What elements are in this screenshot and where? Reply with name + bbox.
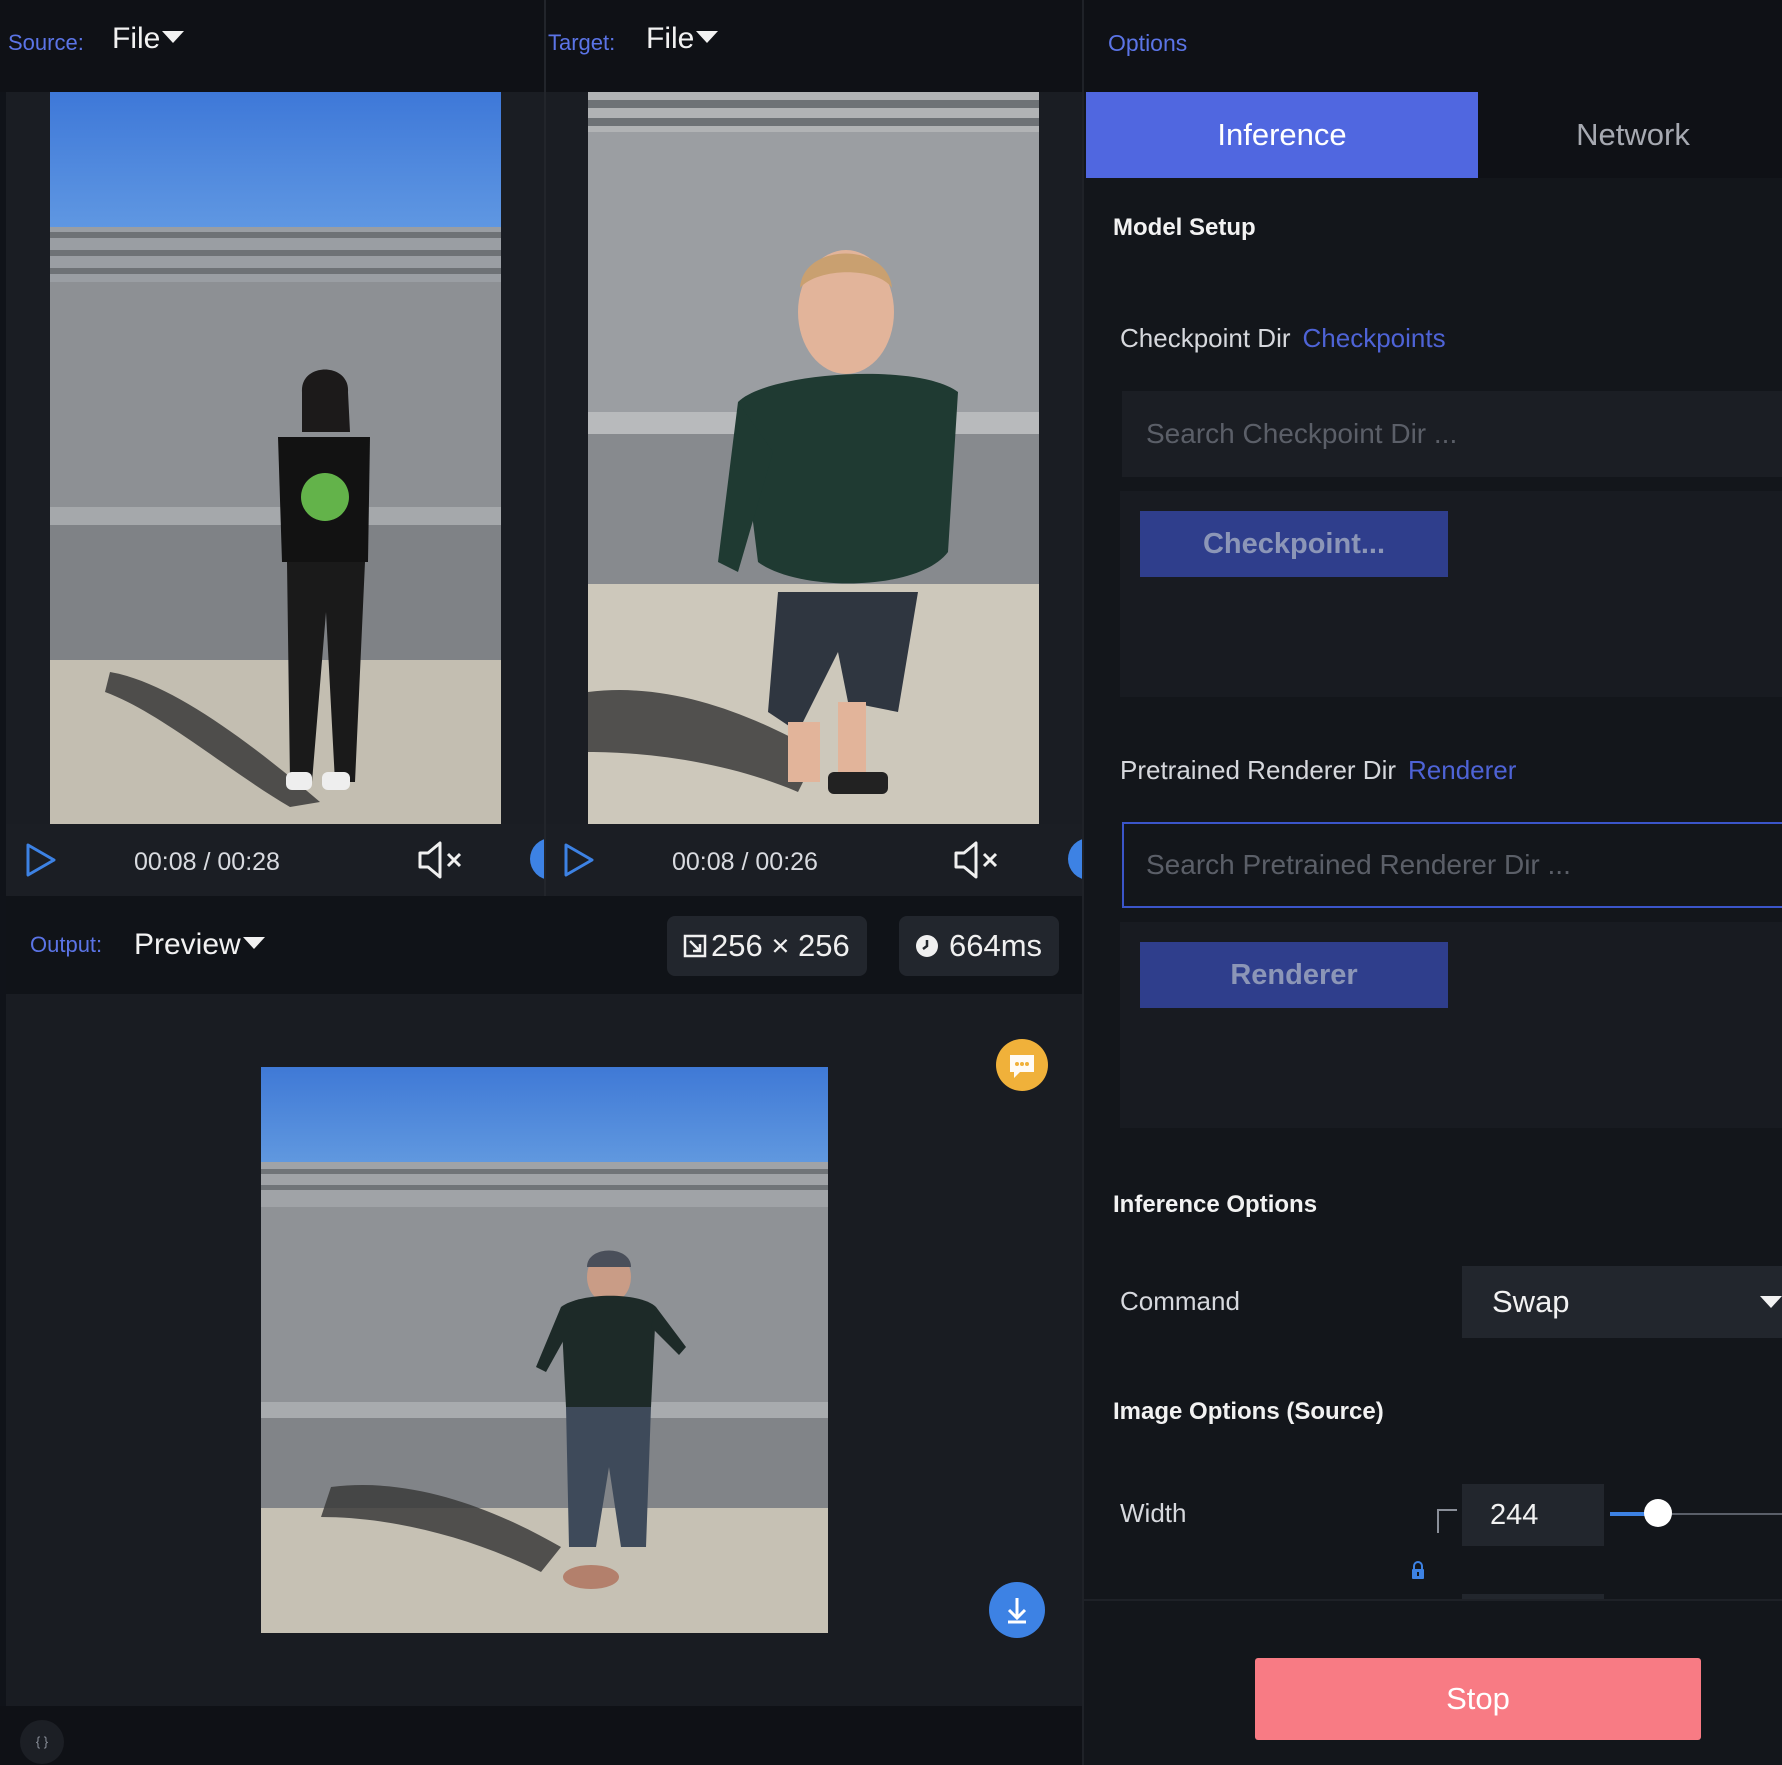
width-slider-thumb[interactable] [1644,1499,1672,1527]
lock-icon[interactable] [1410,1560,1426,1580]
latency-text: 664ms [949,928,1043,963]
resize-icon [683,934,707,958]
target-video-controls: 00:08 / 00:26 [546,824,1082,896]
target-label: Target: [548,30,616,55]
output-preview-area [6,994,1082,1706]
output-label: Output: [30,932,103,957]
renderer-picker: Renderer [1120,922,1782,1128]
tab-network-label: Network [1576,117,1690,152]
latency-badge: 664ms [899,916,1059,976]
width-slider-fill [1610,1512,1646,1516]
target-time: 00:08 / 00:26 [672,848,818,876]
mute-icon[interactable] [416,840,472,880]
checkpoint-dir-text: Checkpoint Dir [1120,323,1291,353]
chevron-down-icon [162,31,185,44]
source-label: Source: [8,30,84,55]
model-setup-heading: Model Setup [1113,214,1256,241]
target-seek-handle[interactable] [1068,838,1082,880]
command-select-value: Swap [1492,1284,1570,1319]
options-title: Options [1108,30,1188,56]
chevron-down-icon [1760,1296,1782,1308]
play-icon[interactable] [24,842,58,878]
panel-divider [544,0,546,896]
source-dropdown[interactable]: File [112,22,185,56]
footer-bar: { } [0,1706,1082,1765]
play-icon[interactable] [562,842,596,878]
options-panel: Options Inference Network Model Setup Ch… [1084,0,1782,1765]
renderer-search-input[interactable]: Search Pretrained Renderer Dir ... [1122,822,1782,908]
inference-options-heading: Inference Options [1113,1191,1318,1218]
output-header: Output: Preview 256 × 256 664ms [6,896,1082,994]
mute-icon[interactable] [952,840,1008,880]
code-icon[interactable]: { } [20,1720,64,1764]
resolution-text: 256 × 256 [711,928,850,963]
stop-button[interactable]: Stop [1255,1658,1701,1740]
output-dropdown-value: Preview [134,928,241,961]
source-dropdown-value: File [112,22,161,55]
target-header: Target: File [544,0,1084,92]
source-video[interactable] [50,92,501,824]
width-label: Width [1120,1498,1187,1528]
width-slider[interactable] [1610,1499,1782,1527]
target-dropdown[interactable]: File [646,22,719,56]
checkpoint-search-input[interactable]: Search Checkpoint Dir ... [1122,391,1782,477]
clock-icon [916,935,938,957]
command-select[interactable]: Swap [1462,1266,1782,1338]
checkpoint-dir-label: Checkpoint Dir Checkpoints [1120,323,1446,354]
renderer-dir-text: Pretrained Renderer Dir [1120,755,1397,785]
checkpoints-link[interactable]: Checkpoints [1303,323,1446,353]
chevron-down-icon [696,31,719,44]
renderer-dir-label: Pretrained Renderer Dir Renderer [1120,755,1516,786]
tab-inference[interactable]: Inference [1086,92,1478,178]
aspect-link-bracket [1437,1509,1457,1533]
image-options-heading: Image Options (Source) [1113,1398,1384,1425]
source-video-controls: 00:08 / 00:28 [6,824,572,896]
renderer-button[interactable]: Renderer [1140,942,1448,1008]
tab-network[interactable]: Network [1478,92,1782,178]
download-icon[interactable] [989,1582,1045,1638]
source-time: 00:08 / 00:28 [134,848,280,876]
checkpoint-picker: Checkpoint... [1120,491,1782,697]
source-video-panel [6,92,544,824]
output-preview-image [261,1067,828,1633]
width-input[interactable]: 244 [1462,1484,1604,1546]
source-header: Source: File [0,0,544,92]
resolution-badge: 256 × 256 [667,916,867,976]
code-icon-glyph: { } [35,1734,49,1749]
chat-badge-icon[interactable] [996,1039,1048,1091]
output-dropdown[interactable]: Preview [134,928,265,962]
chevron-down-icon [242,937,265,950]
target-video-panel [546,92,1082,824]
checkpoint-button[interactable]: Checkpoint... [1140,511,1448,577]
target-dropdown-value: File [646,22,695,55]
tab-inference-label: Inference [1217,117,1347,152]
renderer-link[interactable]: Renderer [1408,755,1516,785]
target-video[interactable] [588,92,1039,824]
options-header: Options [1084,0,1782,92]
command-label: Command [1120,1286,1240,1316]
